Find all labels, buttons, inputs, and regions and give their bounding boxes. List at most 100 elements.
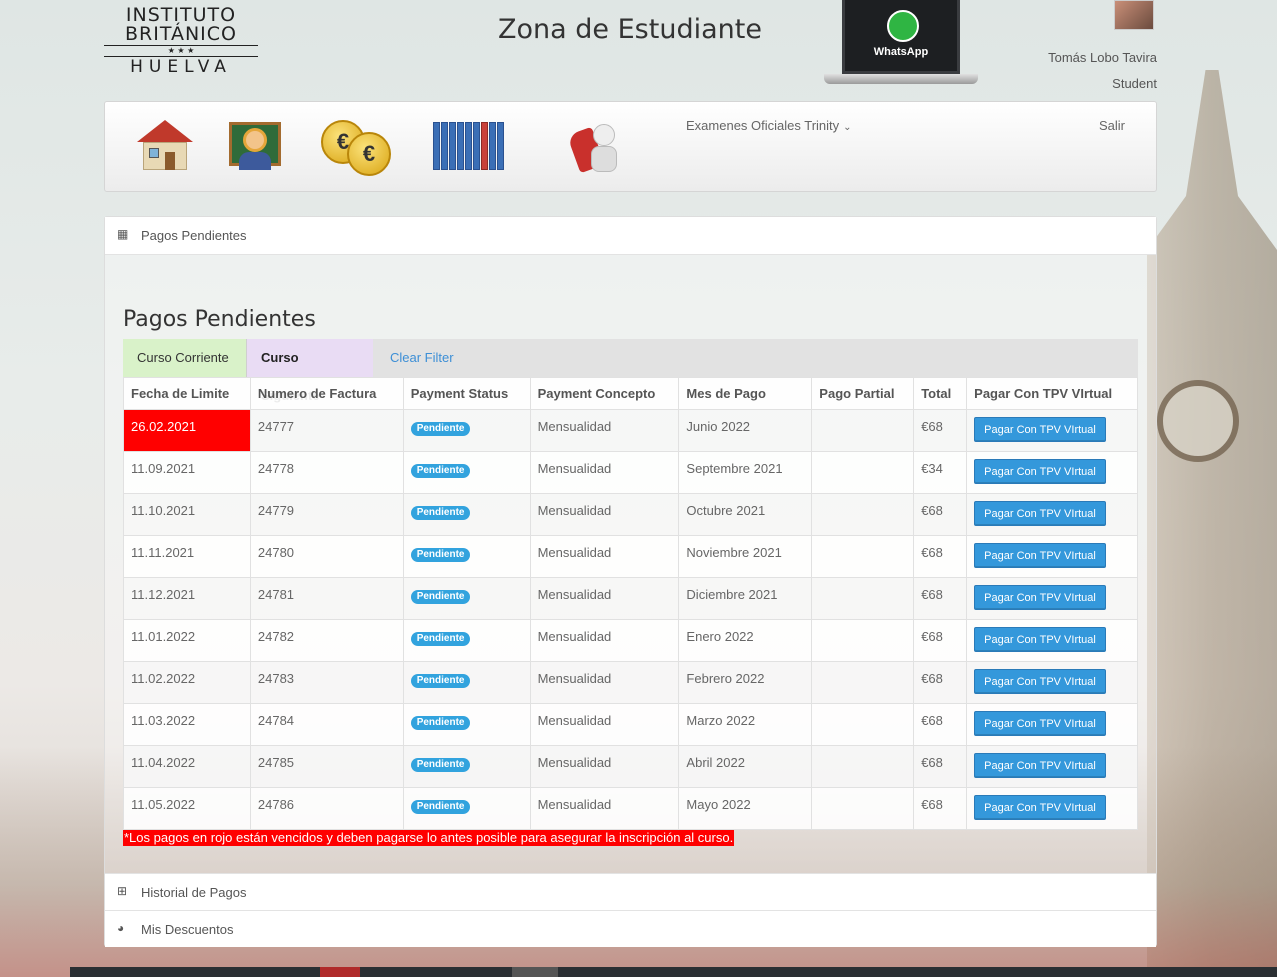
logo-line2: BRITÁNICO — [124, 23, 237, 45]
pay-action-cell: Pagar Con TPV VIrtual — [966, 409, 1138, 452]
invoice-number-cell: 24783 — [249, 661, 404, 704]
table-row: 11.09.2021 24778 Pendiente Mensualidad Septe… — [123, 451, 1138, 494]
binder — [481, 122, 488, 170]
pay-tpv-button[interactable]: Pagar Con TPV VIrtual — [974, 501, 1106, 526]
user-name: Tomás Lobo Tavira — [1048, 50, 1157, 65]
pay-tpv-button[interactable]: Pagar Con TPV VIrtual — [974, 627, 1106, 652]
total-cell: €68 — [913, 493, 968, 536]
table-row: 11.01.2022 24782 Pendiente Mensualidad Enero… — [123, 619, 1138, 662]
payment-month-cell: Junio 2022 — [678, 409, 813, 452]
total-cell: €68 — [913, 661, 968, 704]
logo-line3: HUELVA — [130, 57, 232, 77]
pay-tpv-button[interactable]: Pagar Con TPV VIrtual — [974, 585, 1106, 610]
due-date-cell: 11.12.2021 — [123, 577, 251, 620]
pending-payments-table: Fecha de Limite Numero de Factura Payment … — [123, 377, 1138, 830]
pay-tpv-button[interactable]: Pagar Con TPV VIrtual — [974, 417, 1106, 442]
column-header: Pago Partial — [811, 377, 915, 410]
invoice-number-cell: 24777 — [249, 409, 404, 452]
payment-month-cell: Octubre 2021 — [678, 493, 813, 536]
phone-icon[interactable] — [566, 118, 627, 176]
payment-concept-cell: Mensualidad — [529, 451, 680, 494]
payment-status-cell: Pendiente — [402, 409, 531, 452]
discounts-label: Mis Descuentos — [141, 922, 234, 937]
pie-chart-icon: ◕ — [117, 921, 125, 935]
total-cell: €34 — [913, 451, 968, 494]
due-date-cell: 11.01.2022 — [123, 619, 251, 662]
tab-next-course[interactable]: Curso Siguiente — [247, 339, 373, 403]
partial-payment-cell — [811, 703, 915, 746]
payments-panel: ▦ Pagos Pendientes Pagos Pendientes Curs… — [104, 216, 1157, 947]
payment-history-label: Historial de Pagos — [141, 885, 247, 900]
tab-current-course[interactable]: Curso Corriente — [123, 339, 247, 377]
payment-concept-cell: Mensualidad — [529, 661, 680, 704]
payment-month-cell: Febrero 2022 — [678, 661, 813, 704]
partial-payment-cell — [811, 619, 915, 662]
table-row: 26.02.2021 24777 Pendiente Mensualidad Junio… — [123, 409, 1138, 452]
column-header: Numero de Factura — [249, 377, 404, 410]
home-icon[interactable] — [135, 118, 195, 176]
due-date-cell: 11.09.2021 — [123, 451, 251, 494]
payment-concept-cell: Mensualidad — [529, 703, 680, 746]
payment-month-cell: Marzo 2022 — [678, 703, 813, 746]
invoice-number-cell: 24786 — [249, 787, 404, 830]
status-badge: Pendiente — [410, 632, 471, 646]
teacher-body — [239, 152, 271, 170]
panel-heading: Pagos Pendientes — [141, 228, 247, 243]
table-row: 11.05.2022 24786 Pendiente Mensualidad Mayo … — [123, 787, 1138, 830]
payment-concept-cell: Mensualidad — [529, 577, 680, 620]
invoice-number-cell: 24784 — [249, 703, 404, 746]
taskbar — [70, 967, 1277, 977]
teacher-icon[interactable] — [227, 118, 287, 176]
pending-payments-header[interactable]: ▦ Pagos Pendientes — [105, 217, 1156, 255]
house-roof — [137, 120, 193, 142]
total-cell: €68 — [913, 535, 968, 578]
column-header: Mes de Pago — [678, 377, 813, 410]
euro-coins-icon[interactable]: € € — [319, 118, 399, 176]
binder — [465, 122, 472, 170]
binder — [441, 122, 448, 170]
pay-tpv-button[interactable]: Pagar Con TPV VIrtual — [974, 711, 1106, 736]
clear-filter-link[interactable]: Clear Filter — [376, 339, 476, 377]
pay-tpv-button[interactable]: Pagar Con TPV VIrtual — [974, 543, 1106, 568]
logout-link[interactable]: Salir — [1099, 118, 1125, 133]
pay-tpv-button[interactable]: Pagar Con TPV VIrtual — [974, 795, 1106, 820]
binder — [489, 122, 496, 170]
taskbar-app[interactable] — [512, 967, 558, 977]
status-badge: Pendiente — [410, 800, 471, 814]
partial-payment-cell — [811, 787, 915, 830]
whatsapp-icon — [887, 10, 919, 42]
pay-tpv-button[interactable]: Pagar Con TPV VIrtual — [974, 459, 1106, 484]
pay-action-cell: Pagar Con TPV VIrtual — [966, 745, 1138, 788]
binders-icon[interactable] — [433, 118, 509, 176]
pay-tpv-button[interactable]: Pagar Con TPV VIrtual — [974, 753, 1106, 778]
total-cell: €68 — [913, 577, 968, 620]
total-cell: €68 — [913, 619, 968, 662]
discounts-section[interactable]: ◕ Mis Descuentos — [105, 910, 1156, 947]
pay-action-cell: Pagar Con TPV VIrtual — [966, 787, 1138, 830]
payment-history-section[interactable]: ⊞ Historial de Pagos — [105, 873, 1156, 910]
trinity-exams-menu[interactable]: Examenes Oficiales Trinity ⌄ — [686, 118, 852, 133]
total-cell: €68 — [913, 409, 968, 452]
background-clock — [1157, 380, 1239, 462]
whatsapp-link[interactable]: WhatsApp — [824, 0, 978, 86]
whatsapp-label: WhatsApp — [873, 46, 929, 58]
payment-month-cell: Mayo 2022 — [678, 787, 813, 830]
payment-status-cell: Pendiente — [402, 619, 531, 662]
overdue-notice: *Los pagos en rojo están vencidos y debe… — [123, 830, 735, 846]
partial-payment-cell — [811, 577, 915, 620]
taskbar-app[interactable] — [320, 967, 360, 977]
site-title: Zona de Estudiante — [498, 14, 762, 45]
avatar[interactable] — [1114, 0, 1154, 30]
partial-payment-cell — [811, 745, 915, 788]
pay-action-cell: Pagar Con TPV VIrtual — [966, 619, 1138, 662]
table-icon: ▦ — [117, 227, 129, 241]
laptop-screen: WhatsApp — [842, 0, 960, 74]
pay-tpv-button[interactable]: Pagar Con TPV VIrtual — [974, 669, 1106, 694]
due-date-cell: 11.04.2022 — [123, 745, 251, 788]
due-date-cell: 11.05.2022 — [123, 787, 251, 830]
invoice-number-cell: 24778 — [249, 451, 404, 494]
status-badge: Pendiente — [410, 548, 471, 562]
user-role: Student — [1112, 76, 1157, 91]
institute-logo[interactable]: INSTITUTO BRITÁNICO ★ ★ ★ HUELVA — [104, 6, 258, 76]
house-window — [149, 148, 159, 158]
